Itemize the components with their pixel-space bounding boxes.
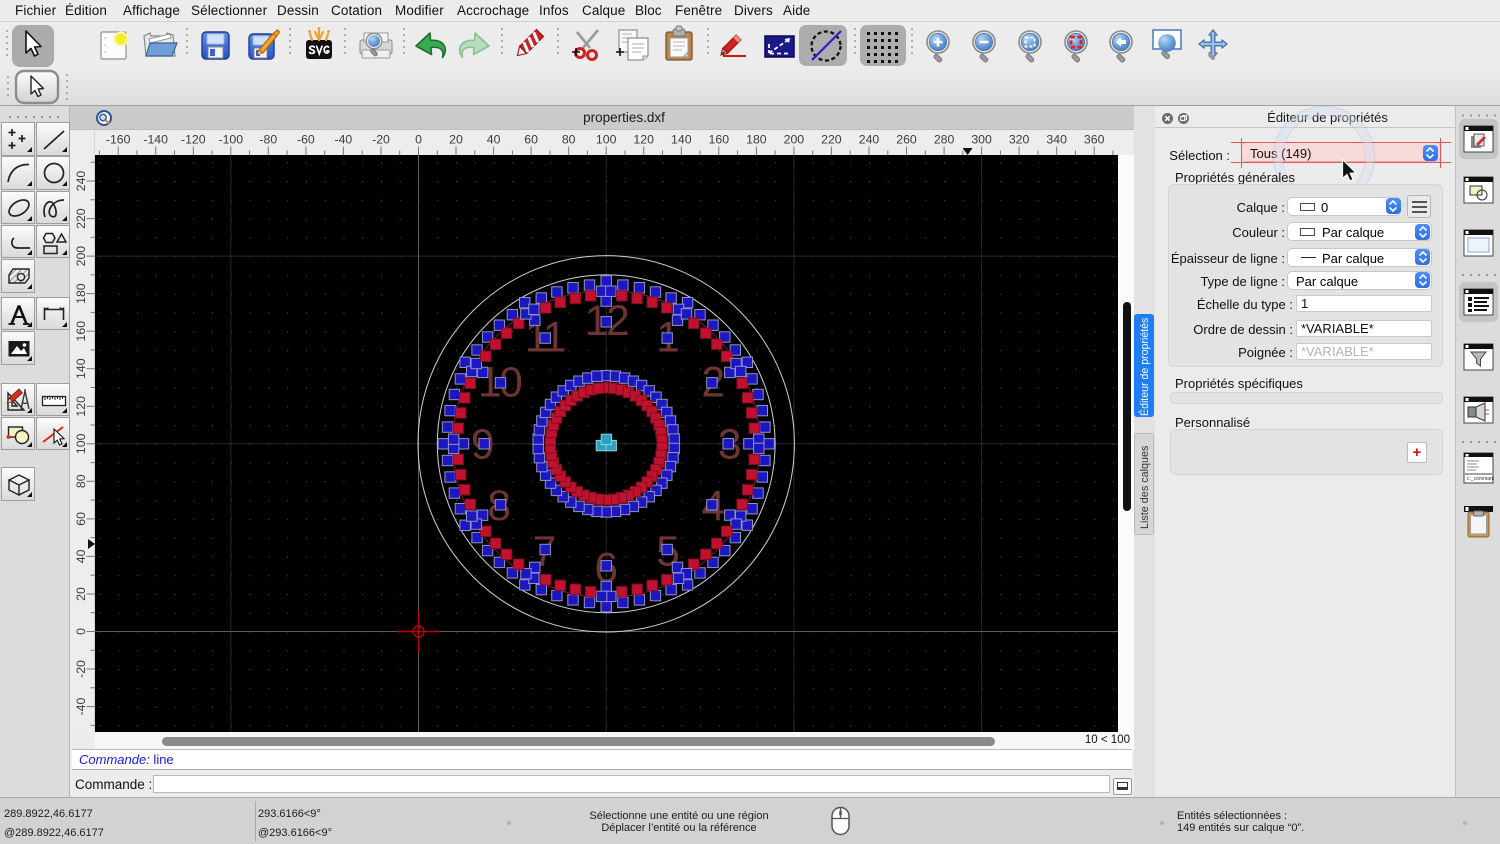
svg-text:40: 40	[487, 133, 501, 147]
svg-text:0: 0	[415, 133, 422, 147]
svg-text:40: 40	[74, 549, 88, 563]
svg-text:-40: -40	[335, 133, 353, 147]
svg-text:180: 180	[74, 283, 88, 304]
svg-text:220: 220	[821, 133, 842, 147]
svg-text:340: 340	[1046, 133, 1067, 147]
svg-text:0: 0	[74, 628, 88, 635]
svg-text:80: 80	[74, 474, 88, 488]
svg-text:360: 360	[1084, 133, 1105, 147]
svg-text:-120: -120	[181, 133, 206, 147]
svg-text:240: 240	[74, 171, 88, 192]
svg-text:120: 120	[633, 133, 654, 147]
svg-text:20: 20	[449, 133, 463, 147]
svg-text:200: 200	[784, 133, 805, 147]
svg-text:-160: -160	[106, 133, 131, 147]
svg-text:220: 220	[74, 208, 88, 229]
svg-text:320: 320	[1009, 133, 1030, 147]
svg-text:160: 160	[709, 133, 730, 147]
svg-text:240: 240	[859, 133, 880, 147]
svg-text:60: 60	[74, 512, 88, 526]
svg-text:20: 20	[74, 587, 88, 601]
svg-text:80: 80	[562, 133, 576, 147]
svg-text:180: 180	[746, 133, 767, 147]
svg-text:300: 300	[971, 133, 992, 147]
svg-text:-140: -140	[143, 133, 168, 147]
svg-text:c:_command: c:_command	[1467, 476, 1494, 482]
svg-text:260: 260	[896, 133, 917, 147]
svg-text:200: 200	[74, 246, 88, 267]
svg-text:100: 100	[74, 433, 88, 454]
svg-text:60: 60	[524, 133, 538, 147]
svg-text:-20: -20	[74, 660, 88, 678]
svg-text:100: 100	[596, 133, 617, 147]
svg-text:-100: -100	[218, 133, 243, 147]
svg-text:-60: -60	[297, 133, 315, 147]
svg-text:140: 140	[671, 133, 692, 147]
svg-text:160: 160	[74, 321, 88, 342]
svg-text:-80: -80	[259, 133, 277, 147]
svg-text:-20: -20	[372, 133, 390, 147]
svg-text:120: 120	[74, 396, 88, 417]
svg-text:140: 140	[74, 358, 88, 379]
svg-text:-40: -40	[74, 698, 88, 716]
svg-text:280: 280	[934, 133, 955, 147]
